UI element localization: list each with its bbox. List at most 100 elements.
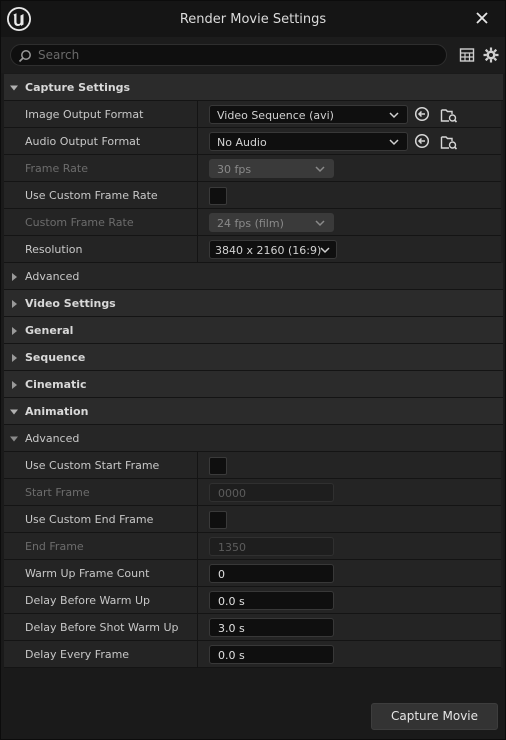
browse-folder-icon[interactable] <box>440 133 458 151</box>
end-frame-field: 1350 <box>209 537 334 556</box>
group-capture-advanced[interactable]: Advanced <box>4 263 503 290</box>
category-general[interactable]: General <box>4 317 503 344</box>
expand-arrow-icon[interactable] <box>9 353 19 363</box>
search-input[interactable] <box>38 47 438 63</box>
delay-before-shot-warm-up-field[interactable]: 3.0 s <box>209 618 334 637</box>
column-divider[interactable] <box>197 479 198 506</box>
expand-arrow-icon[interactable] <box>9 272 19 282</box>
group-animation-advanced[interactable]: Advanced <box>4 425 503 452</box>
resolution-dropdown[interactable]: 3840 x 2160 (16:9) <box>209 240 337 259</box>
property-delay-every-frame: Delay Every Frame 0.0 s <box>4 641 503 668</box>
reset-arrow-icon[interactable] <box>414 133 430 149</box>
category-capture-settings[interactable]: Capture Settings <box>4 74 503 101</box>
column-divider[interactable] <box>197 182 198 209</box>
column-divider[interactable] <box>197 236 198 263</box>
property-label: Resolution <box>25 243 83 256</box>
column-divider[interactable] <box>197 452 198 479</box>
property-custom-frame-rate: Custom Frame Rate 24 fps (film) <box>4 209 503 236</box>
column-divider[interactable] <box>197 614 198 641</box>
column-divider[interactable] <box>197 560 198 587</box>
property-label: Custom Frame Rate <box>25 216 134 229</box>
category-sequence[interactable]: Sequence <box>4 344 503 371</box>
capture-movie-button[interactable]: Capture Movie <box>371 703 498 730</box>
property-delay-before-warm-up: Delay Before Warm Up 0.0 s <box>4 587 503 614</box>
render-movie-settings-window: Render Movie Settings Capture Settings <box>0 0 506 740</box>
group-label: Advanced <box>25 432 80 445</box>
property-image-output-format: Image Output Format Video Sequence (avi) <box>4 101 503 128</box>
column-divider[interactable] <box>197 209 198 236</box>
audio-output-format-dropdown[interactable]: No Audio <box>209 132 408 151</box>
column-divider[interactable] <box>197 587 198 614</box>
search-row <box>1 37 505 73</box>
chevron-down-icon <box>315 166 325 173</box>
search-icon <box>18 50 31 63</box>
column-divider[interactable] <box>197 533 198 560</box>
chevron-down-icon <box>389 139 399 146</box>
category-label: Sequence <box>25 351 86 364</box>
warm-up-frame-count-field[interactable]: 0 <box>209 564 334 583</box>
category-cinematic[interactable]: Cinematic <box>4 371 503 398</box>
gear-icon[interactable] <box>482 46 500 64</box>
expand-arrow-icon[interactable] <box>9 380 19 390</box>
category-label: Capture Settings <box>25 81 131 94</box>
chevron-down-icon <box>389 112 399 119</box>
property-label: Delay Before Shot Warm Up <box>25 621 179 634</box>
property-audio-output-format: Audio Output Format No Audio <box>4 128 503 155</box>
search-box[interactable] <box>10 44 447 66</box>
category-label: Video Settings <box>25 297 116 310</box>
reset-arrow-icon[interactable] <box>414 106 430 122</box>
property-label: End Frame <box>25 540 84 553</box>
property-use-custom-start-frame: Use Custom Start Frame <box>4 452 503 479</box>
delay-every-frame-field[interactable]: 0.0 s <box>209 645 334 664</box>
expand-arrow-icon[interactable] <box>9 299 19 309</box>
window-title: Render Movie Settings <box>179 12 327 27</box>
property-label: Use Custom Start Frame <box>25 459 160 472</box>
table-view-icon[interactable] <box>459 47 475 63</box>
start-frame-field: 0000 <box>209 483 334 502</box>
delay-before-warm-up-field[interactable]: 0.0 s <box>209 591 334 610</box>
category-video-settings[interactable]: Video Settings <box>4 290 503 317</box>
property-label: Image Output Format <box>25 108 144 121</box>
collapse-arrow-icon[interactable] <box>9 83 19 93</box>
property-end-frame: End Frame 1350 <box>4 533 503 560</box>
property-use-custom-frame-rate: Use Custom Frame Rate <box>4 182 503 209</box>
property-label: Warm Up Frame Count <box>25 567 150 580</box>
column-divider[interactable] <box>197 155 198 182</box>
expand-arrow-icon[interactable] <box>9 326 19 336</box>
collapse-arrow-icon[interactable] <box>9 407 19 417</box>
column-divider[interactable] <box>197 101 198 128</box>
chevron-down-icon <box>315 220 325 227</box>
use-custom-end-frame-checkbox[interactable] <box>209 511 227 529</box>
property-label: Use Custom End Frame <box>25 513 154 526</box>
category-animation[interactable]: Animation <box>4 398 503 425</box>
collapse-arrow-icon[interactable] <box>9 434 19 444</box>
column-divider[interactable] <box>197 506 198 533</box>
title-bar: Render Movie Settings <box>1 1 505 37</box>
column-divider[interactable] <box>197 641 198 668</box>
group-label: Advanced <box>25 270 80 283</box>
footer: Capture Movie <box>1 668 505 739</box>
property-label: Use Custom Frame Rate <box>25 189 158 202</box>
column-divider[interactable] <box>197 128 198 155</box>
property-delay-before-shot-warm-up: Delay Before Shot Warm Up 3.0 s <box>4 614 503 641</box>
use-custom-start-frame-checkbox[interactable] <box>209 457 227 475</box>
property-start-frame: Start Frame 0000 <box>4 479 503 506</box>
image-output-format-dropdown[interactable]: Video Sequence (avi) <box>209 105 408 124</box>
property-label: Audio Output Format <box>25 135 141 148</box>
property-label: Delay Before Warm Up <box>25 594 150 607</box>
property-label: Start Frame <box>25 486 90 499</box>
chevron-down-icon <box>320 247 330 254</box>
custom-frame-rate-dropdown: 24 fps (film) <box>209 213 334 232</box>
details-panel: Capture Settings Image Output Format Vid… <box>4 74 503 668</box>
use-custom-frame-rate-checkbox[interactable] <box>209 187 227 205</box>
category-label: General <box>25 324 74 337</box>
browse-folder-icon[interactable] <box>440 106 458 124</box>
property-warm-up-frame-count: Warm Up Frame Count 0 <box>4 560 503 587</box>
category-label: Cinematic <box>25 378 87 391</box>
property-label: Delay Every Frame <box>25 648 130 661</box>
property-label: Frame Rate <box>25 162 88 175</box>
category-label: Animation <box>25 405 89 418</box>
close-icon[interactable] <box>471 7 493 29</box>
property-resolution: Resolution 3840 x 2160 (16:9) <box>4 236 503 263</box>
frame-rate-dropdown: 30 fps <box>209 159 334 178</box>
